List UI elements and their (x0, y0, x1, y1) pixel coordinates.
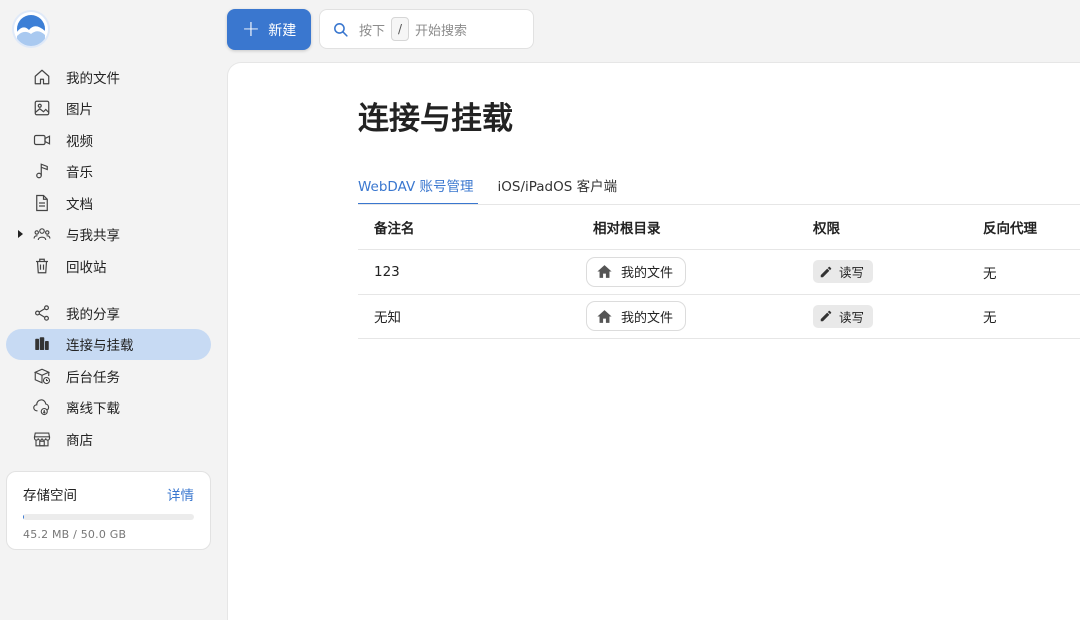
cloud-download-icon (33, 398, 51, 416)
main-panel: 连接与挂载 WebDAV 账号管理 iOS/iPadOS 客户端 备注名 相对根… (227, 62, 1080, 620)
storage-mount-icon (33, 335, 51, 353)
music-icon (33, 162, 51, 180)
column-header-root[interactable]: 相对根目录 (593, 205, 813, 250)
root-folder-label: 我的文件 (621, 310, 674, 326)
sidebar-item-label: 我的文件 (66, 70, 120, 87)
store-icon (33, 430, 51, 448)
webdav-accounts-table: 备注名 相对根目录 权限 反向代理 123 我的文件 读写 无 无知 我的文件 … (358, 205, 1080, 339)
sidebar-item-label: 我的分享 (66, 306, 120, 323)
share-icon (33, 304, 51, 322)
root-folder-chip[interactable]: 我的文件 (586, 301, 687, 332)
sidebar-item-label: 文档 (66, 196, 93, 213)
search-shortcut-key: / (391, 17, 410, 41)
cell-name: 无知 (358, 294, 593, 339)
sidebar-item-my-files[interactable]: 我的文件 (6, 61, 211, 92)
sidebar-item-shared-with-me[interactable]: 与我共享 (6, 219, 211, 250)
people-icon (33, 225, 51, 243)
tab-bar: WebDAV 账号管理 iOS/iPadOS 客户端 (358, 175, 641, 205)
search-placeholder: 按下 (359, 23, 386, 39)
sidebar-item-label: 与我共享 (66, 228, 120, 245)
column-header-name[interactable]: 备注名 (358, 205, 593, 250)
permission-badge: 读写 (813, 304, 874, 328)
pencil-icon (819, 309, 833, 323)
sidebar-item-background-tasks[interactable]: 后台任务 (6, 360, 211, 391)
sidebar-item-trash[interactable]: 回收站 (6, 251, 211, 282)
search-hint: 开始搜索 (415, 23, 468, 39)
storage-title: 存储空间 (23, 488, 77, 504)
home-icon (33, 68, 51, 86)
sidebar-item-documents[interactable]: 文档 (6, 187, 211, 218)
column-header-permission[interactable]: 权限 (813, 205, 983, 250)
sidebar-item-label: 回收站 (66, 260, 107, 277)
sidebar-item-label: 视频 (66, 133, 93, 150)
sidebar-item-store[interactable]: 商店 (6, 424, 211, 455)
root-folder-chip[interactable]: 我的文件 (586, 256, 687, 287)
tab-webdav-accounts[interactable]: WebDAV 账号管理 (358, 175, 477, 205)
page-title: 连接与挂载 (358, 101, 513, 137)
sidebar-item-label: 后台任务 (66, 369, 120, 386)
permission-label: 读写 (839, 265, 865, 281)
table-row[interactable]: 无知 我的文件 读写 无 (358, 294, 1080, 339)
cell-proxy: 无 (983, 249, 1080, 295)
sidebar-item-label: 商店 (66, 433, 93, 450)
sidebar-item-music[interactable]: 音乐 (6, 156, 211, 187)
search-input[interactable]: 按下 / 开始搜索 (319, 9, 534, 49)
storage-detail-link[interactable]: 详情 (167, 484, 194, 504)
sidebar-nav: 我的文件 图片 视频 音乐 文档 与我共享 回收站 我的分享 连接与挂载 后台任… (6, 61, 211, 455)
trash-icon (33, 257, 51, 275)
pencil-icon (819, 265, 833, 279)
column-header-proxy[interactable]: 反向代理 (983, 205, 1080, 250)
table-row[interactable]: 123 我的文件 读写 无 (358, 249, 1080, 295)
sidebar-item-label: 音乐 (66, 165, 93, 182)
cell-proxy: 无 (983, 294, 1080, 339)
storage-progress-bar (23, 514, 194, 520)
app-logo[interactable] (14, 12, 48, 46)
sidebar-item-connect-mount[interactable]: 连接与挂载 (6, 328, 211, 360)
home-icon (596, 263, 613, 280)
sidebar-item-label: 连接与挂载 (66, 338, 134, 355)
document-icon (33, 194, 51, 212)
task-box-icon (33, 367, 51, 385)
sidebar-item-my-shares[interactable]: 我的分享 (6, 297, 211, 328)
tab-ios-client[interactable]: iOS/iPadOS 客户端 (498, 175, 618, 205)
sidebar-item-videos[interactable]: 视频 (6, 124, 211, 155)
new-button[interactable]: + 新建 (227, 9, 311, 50)
sidebar-item-label: 离线下载 (66, 401, 120, 418)
permission-badge: 读写 (813, 260, 874, 284)
expand-caret-icon[interactable] (18, 229, 23, 238)
storage-usage-text: 45.2 MB / 50.0 GB (23, 528, 127, 541)
permission-label: 读写 (839, 309, 865, 325)
cell-name: 123 (358, 249, 593, 295)
table-header-row: 备注名 相对根目录 权限 反向代理 (358, 205, 1080, 250)
video-icon (33, 131, 51, 149)
sidebar-item-images[interactable]: 图片 (6, 93, 211, 124)
image-icon (33, 99, 51, 117)
sidebar-item-offline-download[interactable]: 离线下载 (6, 392, 211, 423)
home-icon (596, 308, 613, 325)
sidebar-item-label: 图片 (66, 102, 93, 119)
search-icon (332, 21, 349, 38)
plus-icon: + (241, 16, 261, 42)
root-folder-label: 我的文件 (621, 266, 674, 282)
new-button-label: 新建 (268, 22, 297, 39)
storage-card: 存储空间 详情 45.2 MB / 50.0 GB (6, 471, 211, 550)
